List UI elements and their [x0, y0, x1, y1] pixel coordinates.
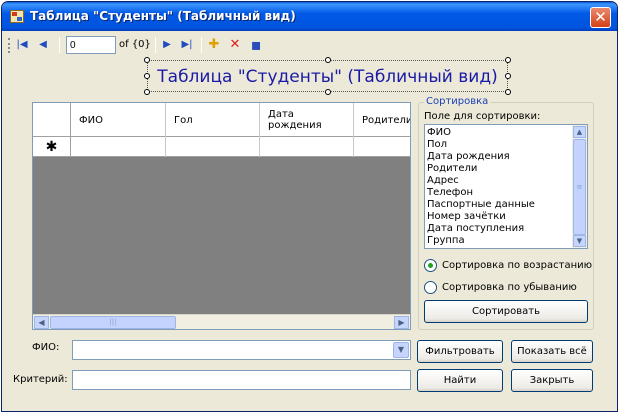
close-window-button[interactable]: ✕ [590, 7, 611, 28]
find-button[interactable]: Найти [417, 369, 503, 392]
criterion-input[interactable] [72, 370, 411, 390]
sort-button[interactable]: Сортировать [424, 300, 588, 323]
column-header-fio[interactable]: ФИО [71, 103, 166, 137]
column-header-parents[interactable]: Родители [354, 103, 410, 137]
window-title: Таблица "Студенты" (Табличный вид) [30, 9, 296, 23]
radio-checked-icon[interactable] [424, 259, 437, 272]
list-item[interactable]: Адрес [427, 175, 573, 187]
move-previous-icon[interactable]: ◀ [35, 37, 51, 53]
list-item[interactable]: Родители [427, 163, 573, 175]
toolbar-separator [155, 37, 156, 53]
main-window: Таблица "Студенты" (Табличный вид) ✕ |◀ … [1, 1, 618, 412]
scroll-right-icon[interactable]: ▶ [394, 316, 409, 329]
sort-ascending-label: Сортировка по возрастанию [442, 260, 593, 271]
grid-cell[interactable] [166, 137, 260, 157]
list-item[interactable]: Дата рождения [427, 151, 573, 163]
resize-handle [144, 89, 150, 95]
scroll-up-icon[interactable]: ▲ [573, 126, 586, 138]
toolbar-separator [59, 37, 60, 53]
table-row[interactable]: ✱ [33, 137, 410, 157]
sort-descending-label: Сортировка по убыванию [442, 282, 577, 293]
resize-handle [144, 57, 150, 63]
count-label: of {0} [119, 39, 151, 50]
list-item[interactable]: Номер зачётки [427, 211, 573, 223]
scroll-thumb[interactable]: ||| [50, 316, 176, 329]
show-all-button[interactable]: Показать всё [511, 340, 593, 363]
move-last-icon[interactable]: ▶| [179, 37, 195, 53]
sort-group: Сортировка Поле для сортировки: ФИО Пол … [418, 96, 594, 330]
move-next-icon[interactable]: ▶ [159, 37, 175, 53]
grid-header: ФИО Гол Дата рождения Родители [33, 103, 410, 137]
save-icon[interactable]: ▪ [248, 37, 264, 53]
list-item[interactable]: ФИО [427, 127, 573, 139]
fio-combobox[interactable]: ▼ [72, 340, 411, 360]
delete-icon[interactable]: ✕ [227, 37, 243, 53]
close-button[interactable]: Закрыть [511, 369, 593, 392]
list-item[interactable]: Пол [427, 139, 573, 151]
sort-descending-radio[interactable]: Сортировка по убыванию [424, 281, 594, 295]
grid-cell[interactable] [260, 137, 354, 157]
chevron-down-icon[interactable]: ▼ [393, 342, 409, 358]
title-bar[interactable]: Таблица "Студенты" (Табличный вид) ✕ [2, 2, 617, 31]
toolbar-separator [201, 37, 202, 53]
fio-label: ФИО: [32, 342, 60, 353]
grid-cell[interactable] [71, 137, 166, 157]
move-first-icon[interactable]: |◀ [14, 37, 30, 53]
add-new-icon[interactable]: ✚ [206, 37, 222, 53]
resize-handle [505, 89, 511, 95]
column-header-birthdate[interactable]: Дата рождения [260, 103, 354, 137]
app-icon [10, 10, 24, 23]
vertical-scrollbar[interactable]: ▲ ≡ ▼ [572, 125, 587, 248]
resize-handle [325, 89, 331, 95]
horizontal-scrollbar[interactable]: ◀ ||| ▶ [33, 314, 410, 329]
list-item[interactable]: Телефон [427, 187, 573, 199]
sort-ascending-radio[interactable]: Сортировка по возрастанию [424, 259, 594, 273]
scroll-down-icon[interactable]: ▼ [573, 235, 586, 247]
binding-navigator: |◀ ◀ of {0} ▶ ▶| ✚ ✕ ▪ [6, 34, 615, 56]
sort-field-list[interactable]: ФИО Пол Дата рождения Родители Адрес Тел… [424, 124, 588, 249]
list-item[interactable]: Паспортные данные [427, 199, 573, 211]
list-item[interactable]: Группа [427, 235, 573, 247]
resize-handle [505, 57, 511, 63]
resize-handle [325, 57, 331, 63]
grid-corner[interactable] [33, 103, 71, 137]
list-item[interactable]: Дата поступления [427, 223, 573, 235]
criterion-label: Критерий: [13, 374, 68, 385]
position-input[interactable] [66, 36, 116, 54]
grid-cell[interactable] [354, 137, 410, 157]
sort-field-label: Поле для сортировки: [424, 111, 541, 122]
radio-unchecked-icon[interactable] [424, 281, 437, 294]
students-grid[interactable]: ФИО Гол Дата рождения Родители ✱ ◀ ||| ▶ [32, 102, 411, 330]
heading-text: Таблица "Студенты" (Табличный вид) [157, 67, 498, 87]
column-header-gender[interactable]: Гол [166, 103, 260, 137]
toolbar-grip[interactable] [8, 38, 11, 53]
page-title: Таблица "Студенты" (Табличный вид) [144, 57, 511, 95]
new-row-icon: ✱ [33, 137, 71, 157]
filter-button[interactable]: Фильтровать [417, 340, 503, 363]
scroll-thumb[interactable]: ≡ [573, 139, 586, 235]
scroll-left-icon[interactable]: ◀ [34, 316, 49, 329]
sort-group-label: Сортировка [424, 96, 491, 107]
